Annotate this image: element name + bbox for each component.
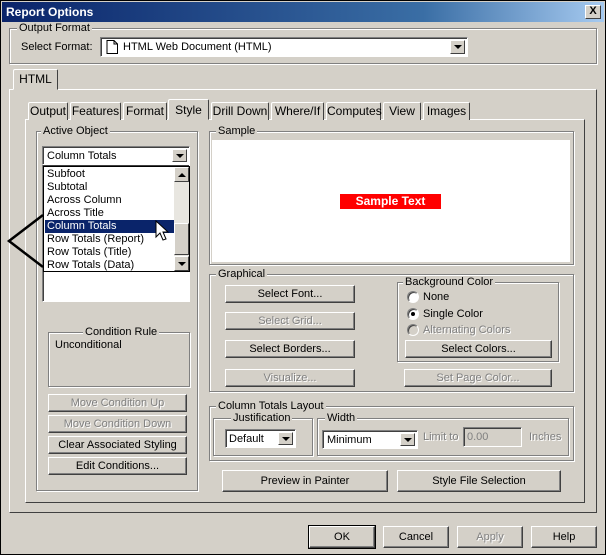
report-options-dialog: Report Options X Output Format Select Fo…	[0, 0, 606, 555]
radio-none[interactable]	[407, 291, 419, 303]
format-select-value: HTML Web Document (HTML)	[123, 41, 272, 53]
tab-view[interactable]: View	[383, 102, 421, 120]
tab-computes-label: Computes	[327, 104, 382, 118]
sample-label: Sample	[216, 125, 258, 137]
select-colors-button[interactable]: Select Colors...	[405, 340, 552, 358]
list-item[interactable]: Subfoot	[45, 168, 174, 181]
tab-html[interactable]: HTML	[13, 69, 58, 90]
tab-format-label: Format	[125, 104, 164, 118]
ok-button[interactable]: OK	[308, 525, 376, 549]
tab-computes[interactable]: Computes	[326, 102, 382, 120]
title-bar: Report Options X	[2, 2, 604, 22]
graphical-label: Graphical	[216, 268, 268, 280]
move-condition-down-button[interactable]: Move Condition Down	[48, 415, 187, 433]
cancel-button[interactable]: Cancel	[383, 526, 449, 548]
output-format-label: Output Format	[17, 22, 92, 34]
document-icon	[106, 40, 118, 54]
pointer-arrow-icon	[6, 214, 44, 268]
format-select-arrow[interactable]	[450, 40, 465, 54]
list-item[interactable]: Across Title	[45, 207, 174, 220]
radio-single-color-label: Single Color	[423, 308, 483, 320]
limit-to-label: Limit to	[423, 431, 459, 443]
list-item[interactable]: Row Totals (Data)	[45, 259, 174, 272]
sample-text: Sample Text	[340, 194, 441, 209]
window-title: Report Options	[6, 5, 94, 19]
format-select[interactable]: HTML Web Document (HTML)	[100, 37, 468, 57]
tab-style[interactable]: Style	[168, 99, 209, 120]
condition-rule-label: Condition Rule	[83, 326, 160, 338]
active-object-label: Active Object	[41, 125, 110, 137]
chevron-up-icon	[177, 172, 186, 177]
list-item[interactable]: Row Totals (Title)	[45, 246, 174, 259]
active-object-select[interactable]: Column Totals	[42, 146, 190, 165]
tab-html-label: HTML	[19, 72, 52, 86]
tab-where-if[interactable]: Where/If	[271, 102, 324, 120]
radio-none-label: None	[423, 291, 450, 303]
select-borders-button[interactable]: Select Borders...	[225, 340, 355, 358]
radio-alternating-colors-label: Alternating Colors	[423, 324, 511, 336]
tab-where-if-label: Where/If	[274, 104, 321, 118]
tab-drill-down[interactable]: Drill Down	[211, 102, 269, 120]
column-totals-layout-label: Column Totals Layout	[216, 400, 326, 412]
tab-view-label: View	[389, 104, 415, 118]
limit-input[interactable]: 0.00	[463, 427, 522, 447]
scroll-up-button[interactable]	[174, 167, 189, 182]
set-page-color-button[interactable]: Set Page Color...	[404, 369, 552, 387]
help-button[interactable]: Help	[531, 526, 597, 548]
chevron-down-icon	[403, 437, 412, 442]
list-item[interactable]: Subtotal	[45, 181, 174, 194]
tab-features-label: Features	[71, 104, 120, 118]
inches-label: Inches	[529, 431, 562, 443]
justification-label: Justification	[231, 412, 293, 424]
select-font-button[interactable]: Select Font...	[225, 285, 355, 303]
tab-format[interactable]: Format	[123, 102, 167, 120]
close-button[interactable]: X	[585, 5, 601, 19]
apply-button[interactable]: Apply	[457, 526, 523, 548]
width-label: Width	[325, 412, 358, 424]
width-select[interactable]: Minimum	[322, 430, 418, 449]
move-condition-up-button[interactable]: Move Condition Up	[48, 394, 187, 412]
active-object-select-arrow[interactable]	[172, 149, 187, 162]
edit-conditions-button[interactable]: Edit Conditions...	[48, 457, 187, 475]
sample-preview: Sample Text	[212, 140, 570, 262]
close-icon: X	[589, 5, 597, 17]
radio-alternating-colors[interactable]	[407, 324, 419, 336]
background-color-label: Background Color	[403, 276, 496, 288]
active-object-dropdown[interactable]: Subfoot Subtotal Across Column Across Ti…	[43, 166, 190, 272]
justification-select-value: Default	[229, 433, 264, 445]
radio-single-color[interactable]	[407, 308, 419, 320]
justification-select-arrow[interactable]	[278, 432, 293, 445]
scroll-thumb[interactable]	[174, 223, 189, 255]
style-file-selection-button[interactable]: Style File Selection	[397, 470, 561, 492]
mouse-cursor-icon	[155, 220, 169, 241]
scroll-down-button[interactable]	[174, 256, 189, 271]
chevron-down-icon	[453, 45, 462, 49]
preview-in-painter-button[interactable]: Preview in Painter	[222, 470, 388, 492]
tab-output[interactable]: Output	[28, 102, 68, 120]
chevron-down-icon	[177, 261, 186, 266]
tab-drill-down-label: Drill Down	[212, 104, 268, 118]
tab-style-label: Style	[175, 103, 202, 117]
tab-images[interactable]: Images	[423, 102, 470, 120]
dropdown-scrollbar[interactable]	[174, 167, 189, 271]
select-grid-button[interactable]: Select Grid...	[225, 312, 355, 330]
tab-output-label: Output	[29, 104, 67, 118]
visualize-button[interactable]: Visualize...	[225, 369, 355, 387]
tab-images-label: Images	[426, 104, 467, 118]
condition-rule-value: Unconditional	[55, 339, 122, 351]
width-select-arrow[interactable]	[400, 433, 415, 446]
chevron-down-icon	[281, 436, 290, 441]
justification-select[interactable]: Default	[225, 429, 296, 448]
list-item[interactable]: Across Column	[45, 194, 174, 207]
width-select-value: Minimum	[327, 434, 372, 446]
active-object-select-value: Column Totals	[47, 150, 117, 162]
clear-associated-styling-button[interactable]: Clear Associated Styling	[48, 436, 187, 454]
select-format-label: Select Format:	[21, 41, 93, 53]
chevron-down-icon	[175, 153, 184, 158]
tab-features[interactable]: Features	[70, 102, 121, 120]
